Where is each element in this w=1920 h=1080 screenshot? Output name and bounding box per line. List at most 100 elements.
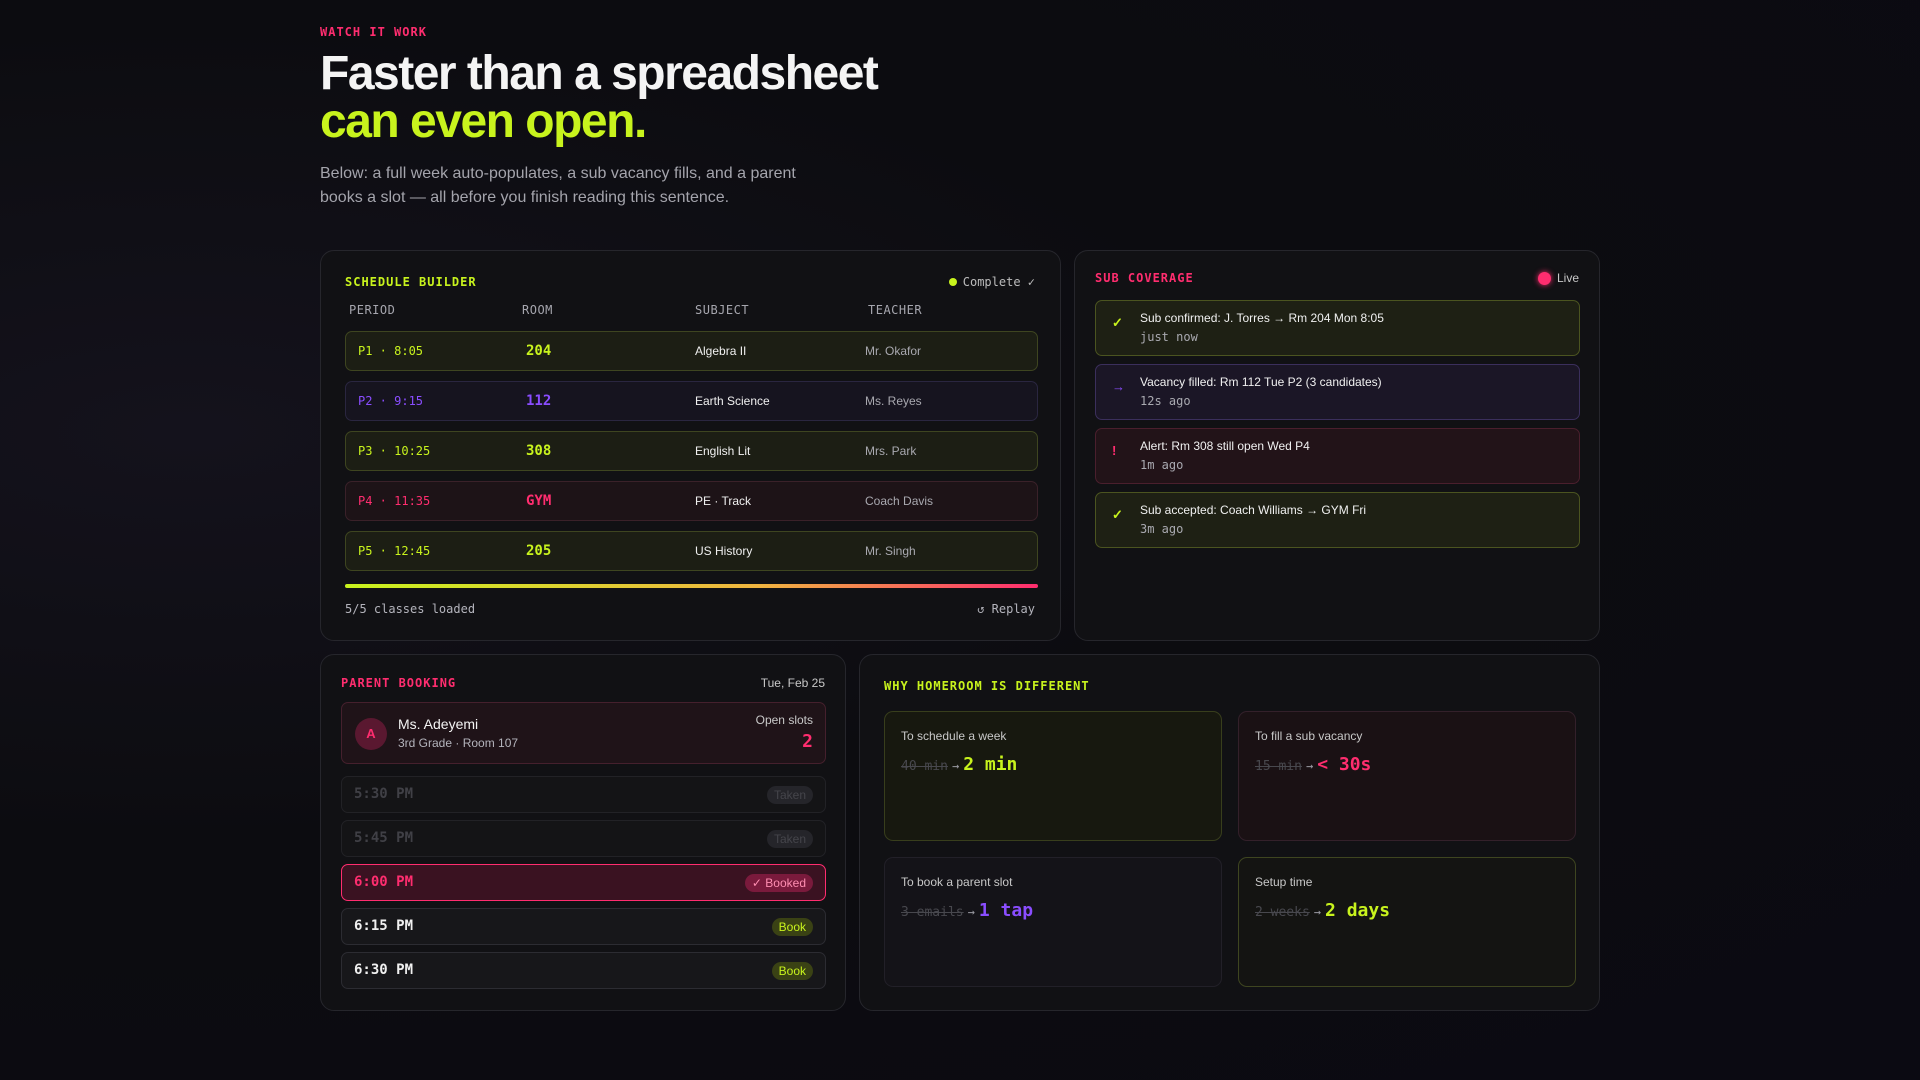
stat-comparison: 3 emails → 1 tap (901, 900, 1033, 921)
book-button[interactable]: Book (771, 962, 813, 980)
schedule-progress-bar (345, 584, 1038, 588)
parent-booking-card: PARENT BOOKING Tue, Feb 25 A Ms. Adeyemi… (320, 654, 846, 1011)
row-subject: US History (695, 544, 753, 558)
arrow-right-icon: → (951, 759, 960, 773)
row-room: 204 (526, 343, 552, 359)
row-period: P1 · 8:05 (358, 344, 424, 358)
why-homeroom-card: WHY HOMEROOM IS DIFFERENT To schedule a … (859, 654, 1600, 1011)
row-subject: Earth Science (695, 394, 770, 408)
schedule-status-text: Complete ✓ (962, 275, 1035, 289)
column-header-room: ROOM (522, 303, 553, 317)
time-slot[interactable]: 6:15 PM Book (341, 908, 826, 945)
feed-item-time: 12s ago (1140, 394, 1191, 408)
row-period: P4 · 11:35 (358, 494, 431, 508)
feed-item-time: just now (1140, 330, 1198, 344)
stat-old-value: 15 min (1255, 759, 1302, 774)
table-row[interactable]: P1 · 8:05 204 Algebra II Mr. Okafor (345, 331, 1038, 371)
stat-old-value: 3 emails (901, 905, 964, 920)
stat-new-value: 2 min (963, 754, 1018, 775)
table-row[interactable]: P3 · 10:25 308 English Lit Mrs. Park (345, 431, 1038, 471)
slot-time: 6:00 PM (354, 874, 414, 890)
time-slot: 5:30 PM Taken (341, 776, 826, 813)
arrow-right-icon: → (1112, 379, 1125, 394)
teacher-name: Ms. Adeyemi (398, 716, 479, 732)
book-button[interactable]: Book (771, 918, 813, 936)
teacher-card: A Ms. Adeyemi 3rd Grade · Room 107 Open … (341, 702, 826, 764)
status-dot-icon (948, 278, 957, 286)
stat-card: To schedule a week 40 min → 2 min (884, 711, 1222, 841)
row-teacher: Mr. Singh (865, 544, 916, 558)
time-slot[interactable]: 6:00 PM ✓ Booked (341, 864, 826, 901)
stat-label: To fill a sub vacancy (1255, 729, 1363, 743)
row-teacher: Mr. Okafor (865, 344, 922, 358)
schedule-status: Complete ✓ (948, 275, 1035, 289)
list-item[interactable]: ✓ Sub accepted: Coach Williams → GYM Fri… (1095, 492, 1580, 548)
stat-label: To book a parent slot (901, 875, 1013, 889)
feed-item-text: Vacancy filled: Rm 112 Tue P2 (3 candida… (1140, 375, 1382, 389)
row-room: 308 (526, 443, 552, 459)
stat-new-value: 2 days (1325, 900, 1391, 921)
slot-time: 6:15 PM (354, 918, 414, 934)
alert-icon: ! (1112, 443, 1117, 458)
stat-label: To schedule a week (901, 729, 1007, 743)
feed-item-time: 1m ago (1140, 458, 1184, 472)
slot-taken-badge: Taken (766, 786, 813, 804)
column-header-period: PERIOD (349, 303, 396, 317)
list-item[interactable]: ✓ Sub confirmed: J. Torres → Rm 204 Mon … (1095, 300, 1580, 356)
avatar: A (355, 718, 387, 750)
check-icon: ✓ (1112, 315, 1123, 330)
row-teacher: Coach Davis (865, 494, 934, 508)
classes-loaded-text: 5/5 classes loaded (345, 602, 476, 616)
sub-coverage-card: SUB COVERAGE Live ✓ Sub confirmed: J. To… (1074, 250, 1600, 641)
stat-card: To book a parent slot 3 emails → 1 tap (884, 857, 1222, 987)
column-header-subject: SUBJECT (695, 303, 750, 317)
parent-booking-title: PARENT BOOKING (341, 676, 457, 690)
stat-comparison: 40 min → 2 min (901, 754, 1017, 775)
stat-new-value: 1 tap (978, 900, 1034, 921)
live-label: Live (1556, 271, 1579, 285)
row-period: P3 · 10:25 (358, 444, 431, 458)
stat-comparison: 2 weeks → 2 days (1255, 900, 1390, 921)
sub-coverage-title: SUB COVERAGE (1095, 271, 1194, 285)
table-row[interactable]: P2 · 9:15 112 Earth Science Ms. Reyes (345, 381, 1038, 421)
slot-taken-badge: Taken (766, 830, 813, 848)
open-slots-count: 2 (802, 731, 813, 752)
arrow-right-icon: → (1305, 759, 1314, 773)
row-period: P2 · 9:15 (358, 394, 424, 408)
table-row[interactable]: P5 · 12:45 205 US History Mr. Singh (345, 531, 1038, 571)
stat-card: Setup time 2 weeks → 2 days (1238, 857, 1576, 987)
slot-time: 5:30 PM (354, 786, 414, 802)
row-period: P5 · 12:45 (358, 544, 431, 558)
check-icon: ✓ (1112, 507, 1123, 522)
feed-item-text: Sub accepted: Coach Williams → GYM Fri (1140, 503, 1367, 517)
hero-title-line2: can even open. (320, 95, 647, 148)
stat-new-value: < 30s (1317, 754, 1372, 775)
schedule-builder-card: SCHEDULE BUILDER Complete ✓ PERIOD ROOM … (320, 250, 1061, 641)
row-subject: Algebra II (695, 344, 747, 358)
stat-comparison: 15 min → < 30s (1255, 754, 1371, 775)
hero-subtitle: Below: a full week auto-populates, a sub… (320, 165, 796, 206)
eyebrow-label: WATCH IT WORK (320, 25, 427, 39)
replay-button[interactable]: ↺ Replay (977, 602, 1035, 616)
open-slots-label: Open slots (755, 713, 813, 727)
arrow-right-icon: → (967, 905, 975, 919)
live-dot-icon (1537, 271, 1551, 285)
stat-card: To fill a sub vacancy 15 min → < 30s (1238, 711, 1576, 841)
slot-booked-badge: ✓ Booked (744, 874, 813, 892)
table-row[interactable]: P4 · 11:35 GYM PE · Track Coach Davis (345, 481, 1038, 521)
feed-item-text: Sub confirmed: J. Torres → Rm 204 Mon 8:… (1140, 311, 1384, 325)
hero-title-line1: Faster than a spreadsheet (320, 47, 879, 100)
time-slot: 5:45 PM Taken (341, 820, 826, 857)
stat-old-value: 2 weeks (1255, 905, 1310, 920)
slot-time: 5:45 PM (354, 830, 414, 846)
column-header-teacher: TEACHER (868, 303, 923, 317)
live-indicator: Live (1537, 271, 1579, 285)
list-item[interactable]: ! Alert: Rm 308 still open Wed P4 1m ago (1095, 428, 1580, 484)
time-slot[interactable]: 6:30 PM Book (341, 952, 826, 989)
list-item[interactable]: → Vacancy filled: Rm 112 Tue P2 (3 candi… (1095, 364, 1580, 420)
stat-label: Setup time (1255, 875, 1313, 889)
arrow-right-icon: → (1313, 905, 1322, 919)
stat-old-value: 40 min (901, 759, 948, 774)
row-teacher: Mrs. Park (865, 444, 917, 458)
feed-item-text: Alert: Rm 308 still open Wed P4 (1140, 439, 1310, 453)
